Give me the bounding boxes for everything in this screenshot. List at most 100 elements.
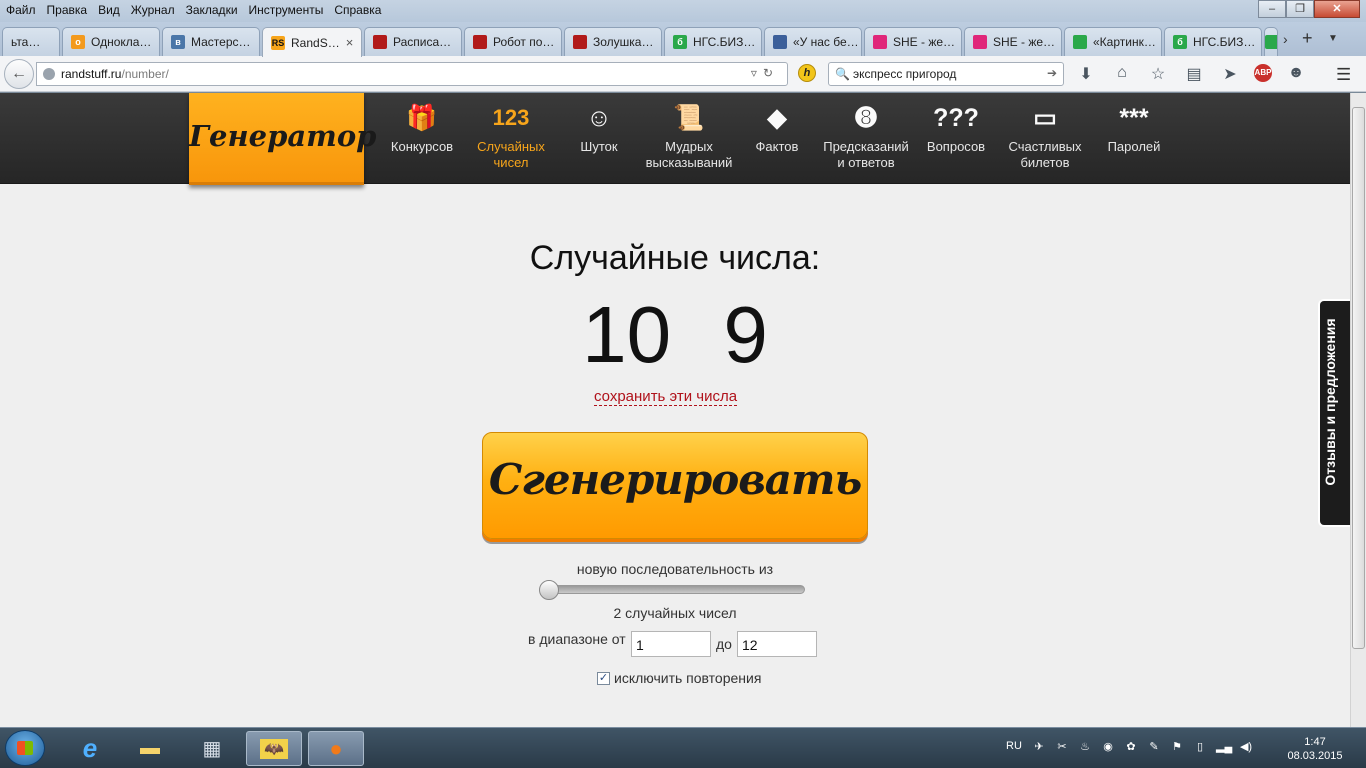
tab-label: Однокла… <box>91 35 152 49</box>
reload-icon[interactable]: ▿↻ <box>751 66 779 80</box>
menu-history[interactable]: Журнал <box>131 3 175 17</box>
language-indicator[interactable]: RU <box>1005 740 1023 753</box>
tab-13[interactable] <box>1264 27 1278 56</box>
scrollbar-thumb[interactable] <box>1352 107 1365 649</box>
smiley-icon: ☺ <box>586 104 612 132</box>
nav-label: Случайных чисел <box>477 139 545 170</box>
nav-jokes[interactable]: ☺ Шуток <box>568 103 630 155</box>
range-from-input[interactable]: 1 <box>631 631 711 657</box>
tray-app-icon[interactable]: ✿ <box>1124 740 1138 753</box>
nav-random-numbers[interactable]: 123 Случайных чисел <box>470 103 552 171</box>
tab-label: «Картинк… <box>1093 35 1156 49</box>
h-addon-icon[interactable]: h <box>798 64 816 82</box>
volume-icon[interactable]: ◀) <box>1239 740 1253 753</box>
network-icon[interactable]: ▂▄ <box>1216 740 1232 753</box>
range-label: в диапазоне от <box>528 631 626 647</box>
odnoklassniki-icon: о <box>71 35 85 49</box>
nav-label: Шуток <box>580 139 618 154</box>
url-bar[interactable]: randstuff.ru/number/ ▿↻ <box>36 62 788 86</box>
tab-9[interactable]: SHE - же… <box>864 27 962 56</box>
tab-5[interactable]: Робот по… <box>464 27 562 56</box>
menu-file[interactable]: Файл <box>6 3 36 17</box>
tray-app-icon[interactable]: ✂ <box>1055 740 1069 753</box>
exclude-repeats-checkbox[interactable]: ✓ <box>597 671 610 685</box>
exclude-repeats[interactable]: ✓ исключить повторения <box>597 670 761 686</box>
tray-app-icon[interactable]: ✎ <box>1147 740 1161 753</box>
vertical-scrollbar[interactable] <box>1350 93 1366 727</box>
menu-edit[interactable]: Правка <box>47 3 88 17</box>
download-icon[interactable]: ⬇ <box>1074 64 1098 84</box>
menu-view[interactable]: Вид <box>98 3 120 17</box>
tab-1[interactable]: о Однокла… <box>62 27 160 56</box>
ticket-icon: ▭ <box>1033 104 1057 132</box>
menu-help[interactable]: Справка <box>334 3 381 17</box>
tab-list-icon[interactable]: ▼ <box>1328 33 1338 44</box>
adblock-icon[interactable]: ABP <box>1254 64 1272 82</box>
firefox-icon[interactable]: ● <box>308 731 364 766</box>
menu-tools[interactable]: Инструменты <box>249 3 324 17</box>
explorer-folder-icon[interactable]: ▬ <box>122 731 178 766</box>
tray-app-icon[interactable]: ♨ <box>1078 740 1092 753</box>
start-button[interactable] <box>5 730 45 766</box>
tab-2[interactable]: в Мастерс… <box>162 27 260 56</box>
calculator-icon[interactable]: ▦ <box>184 731 240 766</box>
new-tab-icon[interactable]: + <box>1302 28 1313 49</box>
nav-quotes[interactable]: 📜 Мудрых высказываний <box>640 103 738 171</box>
tab-close-icon[interactable]: × <box>346 35 354 50</box>
addon-icon[interactable]: ☻ <box>1284 64 1308 84</box>
nav-label: Вопросов <box>926 139 986 154</box>
tab-8[interactable]: «У нас бе… <box>764 27 862 56</box>
reader-icon[interactable]: ▤ <box>1182 64 1206 84</box>
menu-icon[interactable]: ☰ <box>1336 65 1351 85</box>
nav-passwords[interactable]: *** Паролей <box>1100 103 1168 155</box>
close-window-button[interactable]: ✕ <box>1314 0 1360 18</box>
feedback-label: Отзывы и предложения <box>1322 318 1338 486</box>
back-button[interactable]: ← <box>4 59 34 89</box>
count-label: 2 случайных чисел <box>613 605 737 621</box>
action-center-icon[interactable]: ⚑ <box>1170 740 1184 753</box>
the-bat-icon[interactable]: 🦇 <box>246 731 302 766</box>
menu-bookmarks[interactable]: Закладки <box>186 3 238 17</box>
tray-app-icon[interactable]: ▯ <box>1193 740 1207 753</box>
search-go-icon[interactable]: ➔ <box>1047 66 1057 80</box>
nav-questions[interactable]: ??? Вопросов <box>922 103 990 155</box>
count-slider-track[interactable] <box>540 585 805 594</box>
nav-facts[interactable]: ◆ Фактов <box>748 103 806 155</box>
nav-lucky-tickets[interactable]: ▭ Счастливых билетов <box>1000 103 1090 171</box>
tab-6[interactable]: Золушка… <box>564 27 662 56</box>
random-number: 9 <box>723 290 768 379</box>
bookmark-star-icon[interactable]: ☆ <box>1146 64 1170 84</box>
tab-0[interactable]: ьта… <box>2 27 60 56</box>
tray-app-icon[interactable]: ✈ <box>1032 740 1046 753</box>
tab-12[interactable]: б НГС.БИЗ… <box>1164 27 1262 56</box>
tab-label: Мастерс… <box>191 35 251 49</box>
clock[interactable]: 1:47 08.03.2015 <box>1280 735 1350 763</box>
feedback-tab[interactable]: Отзывы и предложения <box>1318 299 1350 527</box>
maximize-button[interactable]: ❐ <box>1286 0 1314 18</box>
tab-11[interactable]: «Картинк… <box>1064 27 1162 56</box>
tab-label: НГС.БИЗ… <box>1193 35 1256 49</box>
tab-4[interactable]: Расписа… <box>364 27 462 56</box>
minimize-button[interactable]: – <box>1258 0 1286 18</box>
windows-taskbar: e ▬ ▦ 🦇 ● RU ✈ ✂ ♨ ◉ ✿ ✎ ⚑ ▯ ▂▄ ◀) 1:47 … <box>0 727 1366 768</box>
tab-10[interactable]: SHE - же… <box>964 27 1062 56</box>
tab-label: НГС.БИЗ… <box>693 35 756 49</box>
logo-text: Генератор <box>189 119 377 153</box>
internet-explorer-icon[interactable]: e <box>62 731 118 766</box>
home-icon[interactable]: ⌂ <box>1110 64 1134 84</box>
generate-button[interactable]: Сгенерировать <box>482 432 868 539</box>
nav-contests[interactable]: 🎁 Конкурсов <box>386 103 458 155</box>
she-icon <box>873 35 887 49</box>
nav-predictions[interactable]: ➑ Предсказаний и ответов <box>818 103 914 171</box>
site-logo[interactable]: Генератор <box>189 93 377 185</box>
count-slider-handle[interactable] <box>539 580 559 600</box>
nav-label: Конкурсов <box>390 139 454 154</box>
tab-scroll-right-icon[interactable]: › <box>1283 31 1288 47</box>
send-icon[interactable]: ➤ <box>1218 64 1242 84</box>
tab-7[interactable]: б НГС.БИЗ… <box>664 27 762 56</box>
save-numbers-link[interactable]: сохранить эти числа <box>594 388 738 406</box>
tray-app-icon[interactable]: ◉ <box>1101 740 1115 753</box>
search-input[interactable]: 🔍 экспресс пригород ➔ <box>828 62 1064 86</box>
range-to-input[interactable]: 12 <box>737 631 817 657</box>
tab-randstuff-active[interactable]: RS RandS… × <box>262 27 362 57</box>
